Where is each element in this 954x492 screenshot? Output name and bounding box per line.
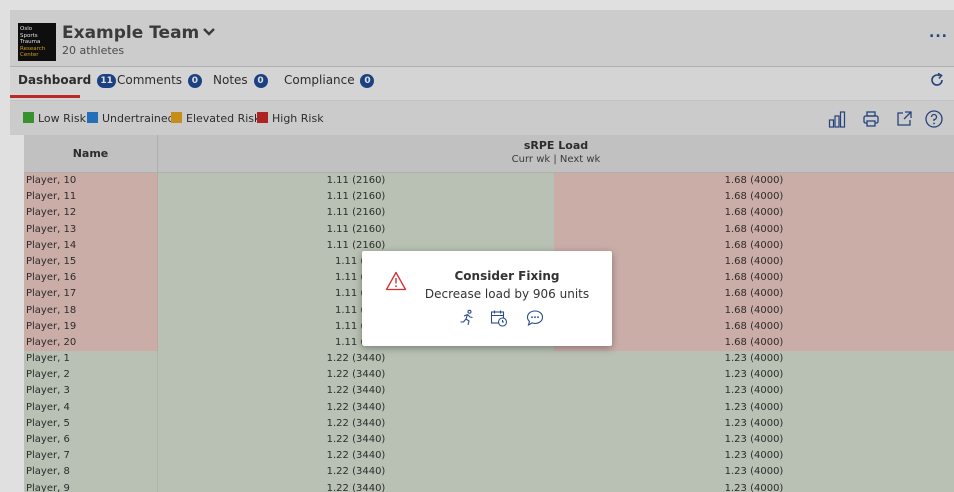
modal-backdrop[interactable] [0, 0, 954, 492]
comment-icon[interactable] [526, 309, 544, 327]
warning-icon [385, 271, 407, 291]
calendar-clock-icon[interactable] [490, 309, 508, 327]
consider-fixing-popup: Consider Fixing Decrease load by 906 uni… [362, 251, 612, 346]
running-icon[interactable] [458, 309, 476, 327]
popup-title: Consider Fixing [454, 269, 560, 283]
popup-message: Decrease load by 906 units [424, 287, 590, 301]
